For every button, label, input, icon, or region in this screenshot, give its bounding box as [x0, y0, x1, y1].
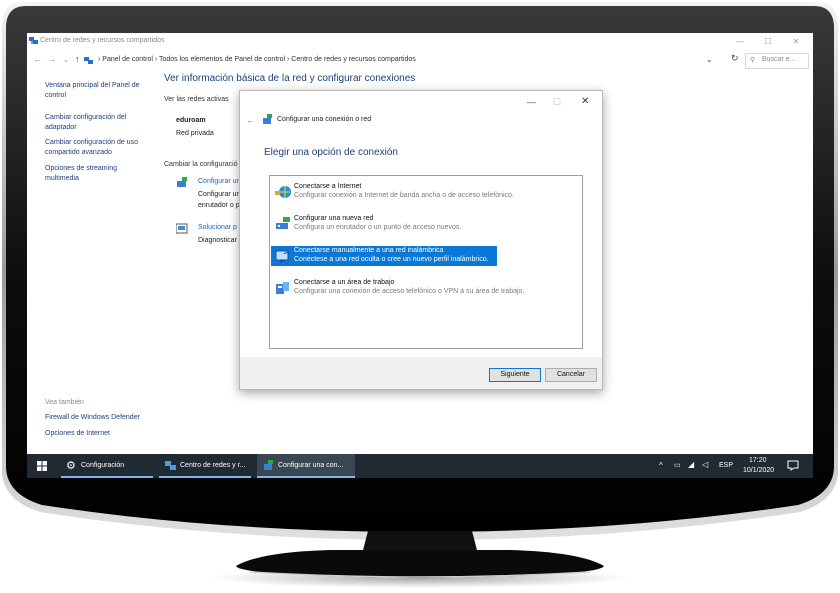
- window-title: Centro de redes y recursos compartidos: [40, 37, 165, 44]
- screen: Centro de redes y recursos compartidos —…: [27, 33, 813, 478]
- taskbar-item-label: Centro de redes y r...: [180, 462, 246, 469]
- troubleshoot-desc: Diagnosticar: [198, 237, 237, 244]
- configure-connection-link[interactable]: Configurar un: [198, 178, 240, 185]
- taskbar-item-settings[interactable]: ⚙ Configuración: [61, 454, 153, 478]
- dialog-minimize-button[interactable]: —: [527, 97, 536, 107]
- troubleshoot-link[interactable]: Solucionar p: [198, 224, 237, 231]
- dialog-back-arrow-icon[interactable]: ←: [246, 115, 255, 125]
- option-title: Conectarse a Internet: [294, 183, 362, 190]
- cancel-button[interactable]: Cancelar: [545, 368, 597, 382]
- option-desc: Conéctese a una red oculta o cree un nue…: [294, 256, 489, 263]
- up-arrow-icon[interactable]: ↑: [75, 54, 80, 64]
- close-button[interactable]: ✕: [783, 35, 809, 49]
- refresh-icon[interactable]: ↻: [731, 53, 739, 64]
- wifi-icon[interactable]: ◢: [688, 460, 694, 478]
- network-center-icon: [84, 57, 93, 64]
- language-indicator[interactable]: ESP: [719, 462, 733, 478]
- back-arrow-icon[interactable]: ←: [33, 54, 42, 64]
- clock-date[interactable]: 10/1/2020: [743, 467, 774, 478]
- sidebar-item-adapter-settings[interactable]: Cambiar configuración del adaptador: [45, 113, 150, 133]
- see-also-label: Vea también: [45, 399, 84, 406]
- option-desc: Configura un enrutador o un punto de acc…: [294, 224, 462, 231]
- dialog-heading: Elegir una opción de conexión: [264, 147, 398, 158]
- address-dropdown-icon[interactable]: ⌄: [706, 55, 713, 64]
- windows-start-icon[interactable]: [37, 461, 47, 471]
- network-center-icon: [29, 37, 38, 44]
- internet-globe-icon: [275, 186, 291, 198]
- wireless-monitor-icon: [275, 250, 291, 262]
- option-new-network[interactable]: Configurar una nueva red Configura un en…: [271, 214, 497, 234]
- address-bar: ← → ⌄ ↑ › Panel de control › Todos los e…: [27, 51, 813, 69]
- window-title-bar: Centro de redes y recursos compartidos —…: [27, 33, 813, 51]
- network-name: eduroam: [176, 117, 206, 124]
- maximize-button[interactable]: ☐: [755, 35, 781, 49]
- speaker-icon[interactable]: ◁: [702, 460, 708, 478]
- sidebar-item-control-panel-home[interactable]: Ventana principal del Panel de control: [45, 81, 150, 101]
- option-connect-internet[interactable]: Conectarse a Internet Configurar conexió…: [271, 182, 514, 202]
- gear-icon: ⚙: [66, 460, 76, 472]
- connection-options-list: Conectarse a Internet Configurar conexió…: [269, 175, 583, 349]
- option-title: Conectarse a un área de trabajo: [294, 279, 395, 286]
- taskbar-item-connection-setup[interactable]: Configurar una con...: [257, 454, 355, 478]
- sidebar-item-media-streaming[interactable]: Opciones de streaming multimedia: [45, 164, 150, 184]
- option-desc: Configurar una conexión de acceso telefó…: [294, 288, 525, 295]
- notification-icon[interactable]: [787, 460, 799, 471]
- search-input[interactable]: ⚲ Buscar e...: [745, 53, 809, 69]
- taskbar: ⚙ Configuración Centro de redes y r... C…: [27, 454, 813, 478]
- next-button[interactable]: Siguiente: [489, 368, 541, 382]
- chevron-up-icon[interactable]: ^: [659, 461, 663, 478]
- router-icon: [276, 217, 290, 229]
- forward-arrow-icon[interactable]: →: [47, 54, 56, 64]
- sidebar: Ventana principal del Panel de control C…: [27, 73, 157, 443]
- troubleshoot-icon: [176, 223, 188, 234]
- minimize-button[interactable]: —: [727, 35, 753, 49]
- breadcrumb-text: Panel de control › Todos los elementos d…: [102, 56, 416, 63]
- taskbar-item-network-center[interactable]: Centro de redes y r...: [159, 454, 251, 478]
- network-setup-icon: [263, 114, 272, 124]
- workplace-phone-icon: [276, 282, 289, 294]
- address-field[interactable]: › Panel de control › Todos los elementos…: [84, 53, 717, 69]
- battery-icon[interactable]: ▭: [674, 461, 681, 478]
- breadcrumb: › Panel de control › Todos los elementos…: [98, 56, 416, 63]
- dialog-maximize-button: ☐: [553, 97, 562, 107]
- configure-desc-line1: Configurar un: [198, 191, 241, 198]
- chevron-down-icon[interactable]: ⌄: [63, 56, 69, 64]
- option-workplace[interactable]: Conectarse a un área de trabajo Configur…: [271, 278, 524, 298]
- sidebar-link-internet-options[interactable]: Opciones de Internet: [45, 429, 150, 439]
- connection-setup-dialog: — ☐ ✕ ← Configurar una conexión o red El…: [239, 90, 603, 390]
- taskbar-item-label: Configuración: [81, 462, 125, 469]
- network-type: Red privada: [176, 130, 214, 137]
- dialog-footer: Siguiente Cancelar: [240, 357, 602, 389]
- taskbar-item-label: Configurar una con...: [278, 462, 344, 469]
- configure-desc-line2: enrutador o p: [198, 202, 240, 209]
- search-icon: ⚲: [750, 57, 756, 64]
- page-title: Ver información básica de la red y confi…: [164, 73, 416, 84]
- change-settings-label: Cambiar la configuració: [164, 161, 238, 168]
- option-manual-wireless[interactable]: Conectarse manualmente a una red inalámb…: [271, 246, 497, 266]
- dialog-header: Configurar una conexión o red: [277, 116, 372, 123]
- sidebar-link-firewall[interactable]: Firewall de Windows Defender: [45, 413, 150, 423]
- search-placeholder: Buscar e...: [762, 56, 796, 63]
- network-center-icon: [165, 461, 176, 470]
- sidebar-item-sharing-settings[interactable]: Cambiar configuración de uso compartido …: [45, 138, 150, 158]
- active-networks-label: Ver las redes activas: [164, 96, 229, 103]
- network-setup-icon: [177, 177, 187, 187]
- option-title: Configurar una nueva red: [294, 215, 374, 222]
- network-setup-icon: [264, 460, 273, 470]
- option-title: Conectarse manualmente a una red inalámb…: [294, 247, 444, 254]
- dialog-close-button[interactable]: ✕: [581, 96, 589, 107]
- option-desc: Configurar conexión a Internet de banda …: [294, 192, 514, 199]
